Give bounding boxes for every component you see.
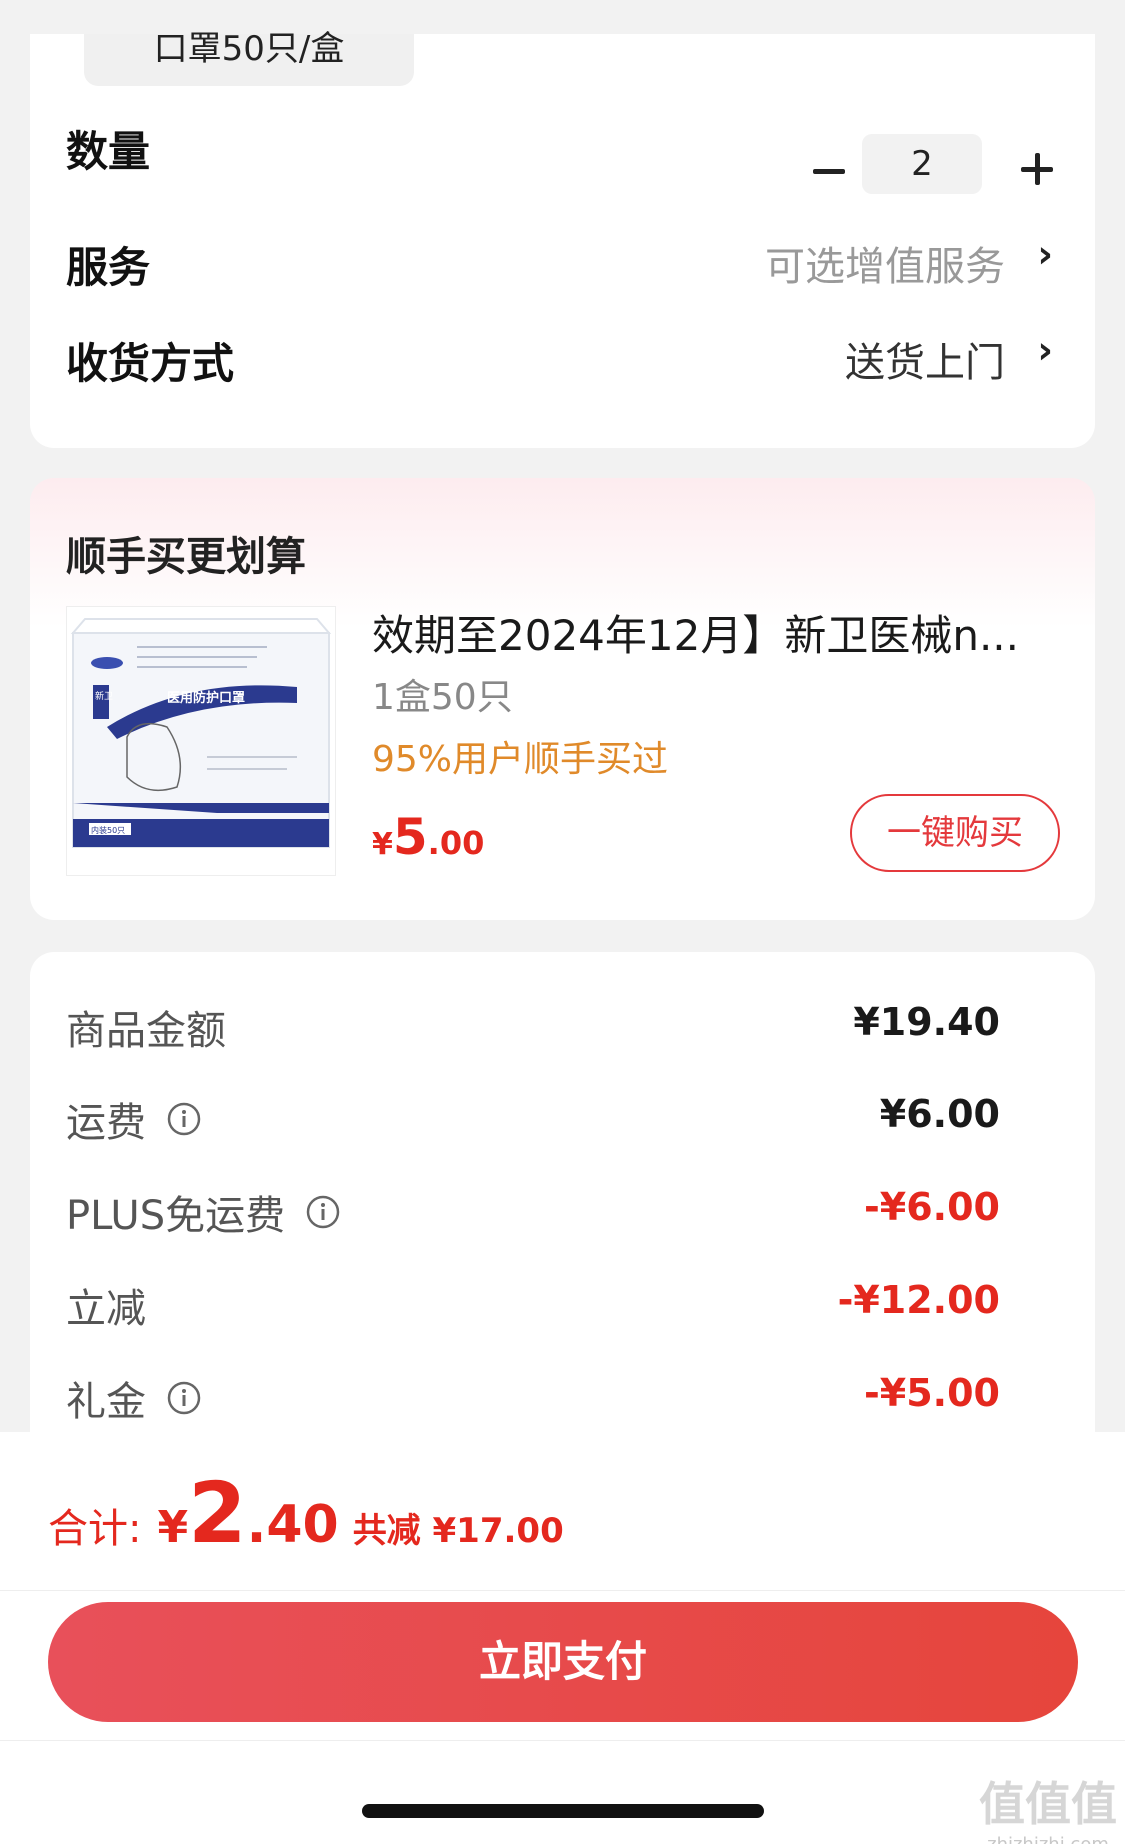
info-icon[interactable] — [166, 1101, 202, 1137]
fee-label: 立减 — [66, 1286, 146, 1332]
total-summary: 合计: ¥ 2 .40 共减 ¥17.00 — [48, 1464, 564, 1562]
quantity-increase-button[interactable] — [1015, 147, 1059, 191]
fee-value: ¥19.40 — [853, 1000, 1000, 1044]
fee-value: -¥6.00 — [864, 1185, 1000, 1229]
fee-label: 礼金 — [66, 1369, 202, 1427]
chevron-right-icon[interactable]: › — [1037, 328, 1053, 372]
divider — [0, 1590, 1125, 1591]
info-icon[interactable] — [305, 1194, 341, 1230]
product-image[interactable]: 医用防护口罩 新卫 内装50只 — [66, 606, 336, 876]
quantity-input[interactable]: 2 — [862, 134, 982, 194]
watermark: 值值值 zhizhizhi.com — [979, 1768, 1117, 1844]
fee-label: 商品金额 — [66, 1008, 226, 1054]
watermark-text: zhizhizhi.com — [979, 1834, 1117, 1844]
info-icon[interactable] — [166, 1380, 202, 1416]
order-options-card: 口罩50只/盒 数量 2 服务 可选增值服务 › 收货方式 送货上门 › — [30, 32, 1095, 448]
home-indicator[interactable] — [362, 1804, 764, 1818]
total-integer: 2 — [188, 1464, 247, 1562]
service-label: 服务 — [66, 243, 151, 292]
service-value[interactable]: 可选增值服务 — [765, 234, 1005, 292]
watermark-logo-icon: 值值值 — [979, 1777, 1117, 1831]
total-decimal: .40 — [246, 1495, 339, 1555]
total-label: 合计: — [48, 1506, 142, 1552]
fee-value: -¥5.00 — [864, 1371, 1000, 1415]
social-proof: 95%用户顺手买过 — [372, 739, 669, 780]
product-spec: 1盒50只 — [372, 677, 513, 718]
pay-now-button[interactable]: 立即支付 — [48, 1602, 1078, 1722]
quantity-decrease-button[interactable] — [806, 148, 852, 194]
svg-text:内装50只: 内装50只 — [91, 825, 125, 835]
product-price: ¥5.00 — [372, 808, 485, 866]
delivery-value[interactable]: 送货上门 — [845, 330, 1005, 388]
total-currency: ¥ — [157, 1502, 189, 1553]
fee-value: -¥12.00 — [837, 1278, 1000, 1322]
fee-breakdown-card: 商品金额 ¥19.40 运费 ¥6.00 PLUS免运费 -¥6.00 立减 -… — [30, 952, 1095, 1432]
divider — [0, 1740, 1125, 1741]
addon-card: 顺手买更划算 医用防护口罩 新卫 内装50只 效期至2024年12月】新卫医械n… — [30, 478, 1095, 920]
quantity-label: 数量 — [66, 127, 151, 176]
fee-label: PLUS免运费 — [66, 1183, 341, 1241]
svg-text:新卫: 新卫 — [95, 690, 113, 702]
chevron-right-icon[interactable]: › — [1037, 232, 1053, 276]
fee-value: ¥6.00 — [879, 1092, 1000, 1136]
product-name[interactable]: 效期至2024年12月】新卫医械n... — [372, 602, 1019, 663]
mask-box-illustration: 医用防护口罩 新卫 内装50只 — [67, 607, 335, 875]
total-saved: 共减 ¥17.00 — [352, 1511, 564, 1551]
delivery-label: 收货方式 — [66, 339, 235, 388]
checkout-page: 口罩50只/盒 数量 2 服务 可选增值服务 › 收货方式 送货上门 › 顺手买… — [0, 0, 1125, 1844]
bottom-checkout-bar: 合计: ¥ 2 .40 共减 ¥17.00 立即支付 值值值 zhizhizhi… — [0, 1432, 1125, 1844]
minus-icon — [813, 168, 845, 174]
spec-chip[interactable]: 口罩50只/盒 — [84, 32, 414, 86]
fee-label: 运费 — [66, 1090, 202, 1148]
one-click-buy-button[interactable]: 一键购买 — [850, 794, 1060, 872]
addon-title: 顺手买更划算 — [66, 534, 306, 580]
svg-text:医用防护口罩: 医用防护口罩 — [167, 690, 245, 706]
